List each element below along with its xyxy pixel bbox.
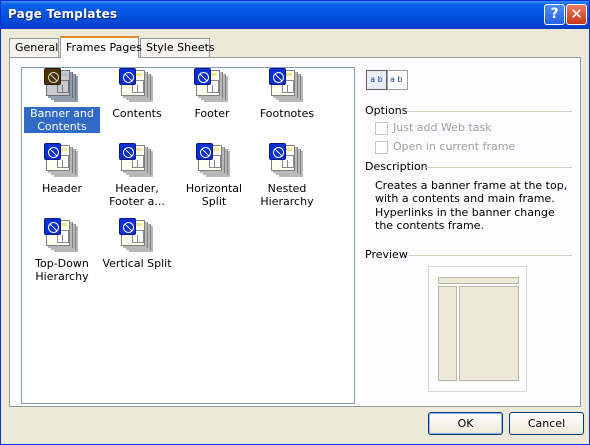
template-label: Footnotes [259,107,315,120]
window-title: Page Templates [8,7,118,21]
open-in-current-frame-checkbox[interactable]: Open in current frame [375,140,515,154]
template-label: Contents [112,107,162,120]
template-footnotes[interactable]: Footnotes [249,68,325,120]
large-icons-view-button[interactable]: a b [366,70,387,90]
tab-general[interactable]: General [9,38,59,57]
template-header[interactable]: Header [24,143,100,195]
ok-button[interactable]: OK [428,412,503,435]
preview-main-frame [459,286,519,381]
template-label: Banner and Contents [24,107,100,133]
checkbox-box [375,140,388,154]
template-label: Header [41,182,83,195]
template-horizontal-split[interactable]: Horizontal Split [174,143,254,208]
just-add-web-task-checkbox[interactable]: Just add Web task [375,121,492,135]
preview-heading: Preview [365,248,412,261]
template-header-footer[interactable]: Header, Footer a... [99,143,175,208]
description-heading: Description [365,160,432,173]
title-bar[interactable]: Page Templates ? ✕ [1,1,589,29]
page-templates-dialog: Page Templates ? ✕ General Frames Pages … [0,0,590,445]
cancel-button[interactable]: Cancel [509,412,584,435]
frames-page-icon [196,143,230,177]
template-label: Vertical Split [102,257,172,270]
template-top-down-hierarchy[interactable]: Top-Down Hierarchy [24,218,100,283]
preview-image [428,266,527,392]
frames-pages-panel: Banner and Contents Contents Footer Foot… [9,57,581,407]
help-button[interactable]: ? [544,4,565,25]
template-label: Horizontal Split [185,182,243,208]
preview-divider [409,255,572,256]
checkbox-label: Open in current frame [393,140,516,153]
template-nested-hierarchy[interactable]: Nested Hierarchy [249,143,325,208]
preview-banner-frame [438,277,519,284]
template-label: Header, Footer a... [109,182,165,208]
frames-page-icon [44,143,78,177]
template-contents[interactable]: Contents [99,68,175,120]
template-label: Nested Hierarchy [260,182,314,208]
template-list[interactable]: Banner and Contents Contents Footer Foot… [21,67,355,404]
frames-page-icon [119,143,153,177]
template-label: Top-Down Hierarchy [35,257,89,283]
description-divider [424,167,572,168]
close-button[interactable]: ✕ [566,4,587,25]
checkbox-label: Just add Web task [393,121,492,134]
options-divider [407,111,572,112]
frames-page-icon [119,218,153,252]
template-footer[interactable]: Footer [174,68,250,120]
frames-page-icon [44,68,78,102]
description-text: Creates a banner frame at the top, with … [375,179,568,232]
frames-page-icon [269,68,303,102]
frames-page-icon [44,218,78,252]
frames-page-icon [119,68,153,102]
view-toggle: a b a b [366,70,408,90]
template-banner-and-contents[interactable]: Banner and Contents [24,68,100,133]
frames-page-icon [194,68,228,102]
preview-contents-frame [438,286,457,381]
list-view-button[interactable]: a b [387,70,408,90]
template-label: Footer [194,107,230,120]
options-heading: Options [365,104,412,117]
template-vertical-split[interactable]: Vertical Split [99,218,175,270]
checkbox-box [375,121,388,135]
frames-page-icon [269,143,303,177]
tab-style-sheets[interactable]: Style Sheets [140,38,215,57]
tab-frames-pages[interactable]: Frames Pages [60,36,142,58]
